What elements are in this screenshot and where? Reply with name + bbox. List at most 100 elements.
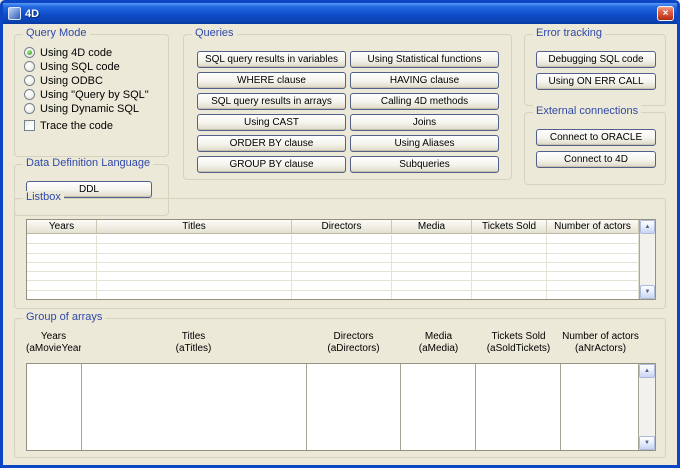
table-cell xyxy=(97,254,292,262)
button-using-statistical-functions[interactable]: Using Statistical functions xyxy=(350,51,499,68)
listbox-body xyxy=(27,235,639,299)
table-cell xyxy=(292,291,392,299)
scrollbar-track[interactable] xyxy=(639,378,655,436)
table-cell xyxy=(472,263,547,271)
group-query-mode: Query Mode Using 4D code Using SQL code … xyxy=(14,34,169,157)
table-cell xyxy=(392,254,472,262)
radio-icon xyxy=(24,103,35,114)
table-row[interactable] xyxy=(27,263,639,272)
arrays-listbox[interactable]: ▲ ▼ xyxy=(26,363,656,451)
table-cell xyxy=(392,291,472,299)
array-pane-media[interactable] xyxy=(401,364,476,450)
group-of-arrays: Group of arrays Years(aMovieYear) Titles… xyxy=(14,318,666,458)
button-using-on-err-call[interactable]: Using ON ERR CALL xyxy=(536,73,656,90)
table-cell xyxy=(97,291,292,299)
table-row[interactable] xyxy=(27,291,639,299)
titlebar[interactable]: 4D × xyxy=(3,3,677,24)
listbox-scrollbar[interactable]: ▲ ▼ xyxy=(639,220,655,299)
table-cell xyxy=(547,254,639,262)
table-row[interactable] xyxy=(27,244,639,253)
table-cell xyxy=(547,291,639,299)
table-cell xyxy=(27,235,97,243)
table-row[interactable] xyxy=(27,281,639,290)
arrow-down-icon: ▼ xyxy=(644,440,650,446)
array-pane-tickets-sold[interactable] xyxy=(476,364,561,450)
column-header-years[interactable]: Years xyxy=(27,220,97,233)
radio-label: Using 4D code xyxy=(40,47,112,59)
table-row[interactable] xyxy=(27,254,639,263)
radio-icon xyxy=(24,89,35,100)
radio-icon xyxy=(24,75,35,86)
button-using-aliases[interactable]: Using Aliases xyxy=(350,135,499,152)
close-button[interactable]: × xyxy=(657,6,674,21)
group-title: Data Definition Language xyxy=(23,157,153,169)
table-cell xyxy=(472,272,547,280)
table-cell xyxy=(472,254,547,262)
button-sql-query-results-in-variables[interactable]: SQL query results in variables xyxy=(197,51,346,68)
button-sql-query-results-in-arrays[interactable]: SQL query results in arrays xyxy=(197,93,346,110)
array-pane-directors[interactable] xyxy=(307,364,402,450)
button-connect-to-4d[interactable]: Connect to 4D xyxy=(536,151,656,168)
table-row[interactable] xyxy=(27,235,639,244)
arrow-down-icon: ▼ xyxy=(645,289,651,295)
checkbox-icon xyxy=(24,120,35,131)
scroll-up-button[interactable]: ▲ xyxy=(640,220,655,234)
array-pane-titles[interactable] xyxy=(82,364,307,450)
radio-using-odbc[interactable]: Using ODBC xyxy=(24,74,103,87)
window-title: 4D xyxy=(25,8,657,20)
group-error-tracking: Error tracking Debugging SQL code Using … xyxy=(524,34,666,106)
scroll-down-button[interactable]: ▼ xyxy=(640,285,655,299)
scroll-up-button[interactable]: ▲ xyxy=(639,364,655,378)
scrollbar-track[interactable] xyxy=(640,234,655,285)
checkbox-trace-the-code[interactable]: Trace the code xyxy=(24,119,113,132)
button-subqueries[interactable]: Subqueries xyxy=(350,156,499,173)
button-calling-4d-methods[interactable]: Calling 4D methods xyxy=(350,93,499,110)
table-cell xyxy=(292,281,392,289)
window-content: Query Mode Using 4D code Using SQL code … xyxy=(3,24,677,466)
button-connect-to-oracle[interactable]: Connect to ORACLE xyxy=(536,129,656,146)
button-group-by-clause[interactable]: GROUP BY clause xyxy=(197,156,346,173)
button-having-clause[interactable]: HAVING clause xyxy=(350,72,499,89)
column-header-directors[interactable]: Directors xyxy=(292,220,392,233)
arrays-scrollbar[interactable]: ▲ ▼ xyxy=(639,364,655,450)
table-row[interactable] xyxy=(27,272,639,281)
group-listbox: Listbox Years Titles Directors Media Tic… xyxy=(14,198,666,309)
table-cell xyxy=(547,244,639,252)
array-pane-years[interactable] xyxy=(27,364,82,450)
scroll-down-button[interactable]: ▼ xyxy=(639,436,655,450)
column-header-media[interactable]: Media xyxy=(392,220,472,233)
table-cell xyxy=(27,281,97,289)
table-cell xyxy=(97,235,292,243)
table-cell xyxy=(547,263,639,271)
table-cell xyxy=(97,272,292,280)
column-header-titles[interactable]: Titles xyxy=(97,220,292,233)
table-cell xyxy=(547,281,639,289)
button-debugging-sql-code[interactable]: Debugging SQL code xyxy=(536,51,656,68)
radio-label: Using SQL code xyxy=(40,61,120,73)
column-header-tickets-sold[interactable]: Tickets Sold xyxy=(472,220,547,233)
array-header-years: Years(aMovieYear) xyxy=(26,331,81,355)
radio-label: Using "Query by SQL" xyxy=(40,89,149,101)
table-cell xyxy=(27,272,97,280)
radio-using-sql-code[interactable]: Using SQL code xyxy=(24,60,120,73)
button-where-clause[interactable]: WHERE clause xyxy=(197,72,346,89)
table-cell xyxy=(27,244,97,252)
radio-using-dynamic-sql[interactable]: Using Dynamic SQL xyxy=(24,102,139,115)
table-cell xyxy=(392,244,472,252)
table-cell xyxy=(27,263,97,271)
button-order-by-clause[interactable]: ORDER BY clause xyxy=(197,135,346,152)
group-queries: Queries SQL query results in variables W… xyxy=(183,34,512,180)
table-cell xyxy=(392,272,472,280)
close-icon: × xyxy=(663,8,669,19)
column-header-number-of-actors[interactable]: Number of actors xyxy=(547,220,639,233)
checkbox-label: Trace the code xyxy=(40,120,113,132)
button-joins[interactable]: Joins xyxy=(350,114,499,131)
array-pane-number-of-actors[interactable] xyxy=(561,364,639,450)
group-title: Listbox xyxy=(23,191,64,203)
group-title: Group of arrays xyxy=(23,311,105,323)
listbox-table[interactable]: Years Titles Directors Media Tickets Sol… xyxy=(26,219,656,300)
radio-using-4d-code[interactable]: Using 4D code xyxy=(24,46,112,59)
radio-using-query-by-sql[interactable]: Using "Query by SQL" xyxy=(24,88,149,101)
table-cell xyxy=(97,281,292,289)
button-using-cast[interactable]: Using CAST xyxy=(197,114,346,131)
